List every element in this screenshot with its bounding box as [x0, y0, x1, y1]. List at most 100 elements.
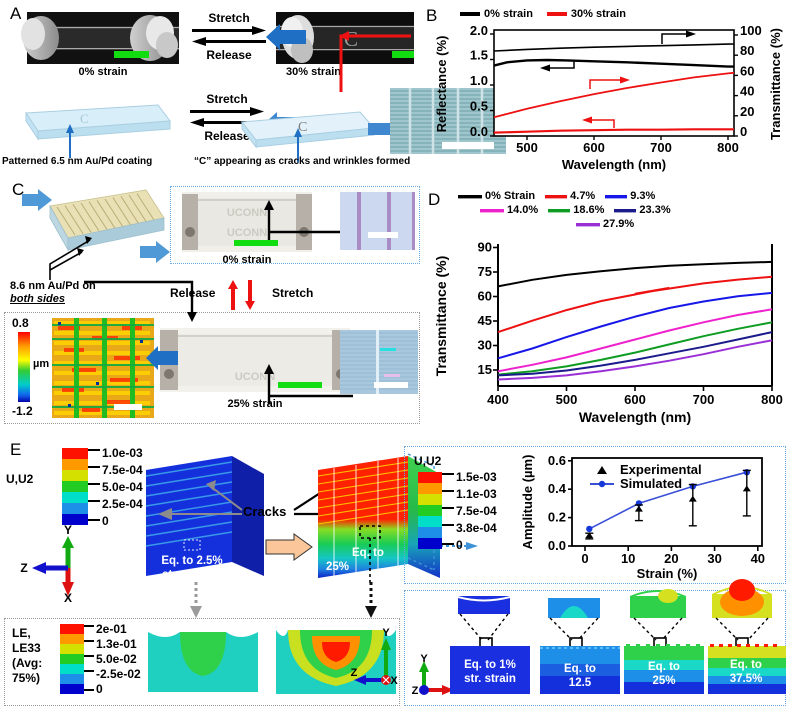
axis-label-z: Z	[412, 685, 419, 697]
svg-text:20: 20	[664, 551, 678, 566]
colorbar1-tick-4: 0	[102, 514, 109, 528]
panel-a-caption-left: 0% strain	[78, 66, 128, 78]
le-tick-4: 0	[96, 682, 103, 696]
svg-text:600: 600	[583, 140, 605, 155]
legend-label: 9.3%	[630, 190, 656, 202]
colorbar2-title: U,U2	[414, 454, 442, 468]
axis-label-y: Y	[420, 653, 428, 665]
svg-text:30: 30	[707, 551, 721, 566]
figure-root: A 0% strain Stretch Release C 30% strain…	[0, 0, 790, 709]
svg-text:40: 40	[740, 84, 754, 99]
panel-e-letter: E	[10, 440, 22, 459]
le-title: LE, LE33 (Avg: 75%)	[12, 626, 42, 686]
svg-text:700: 700	[693, 392, 715, 407]
legend-swatch-icon	[460, 12, 480, 16]
svg-text:400: 400	[487, 392, 509, 407]
legend-label: 0% Strain	[485, 190, 536, 202]
panel-d-chart: 15 30 45 60 75 90 400 500 600 700 800 Tr…	[433, 240, 783, 426]
sim-3-label-2: 25%	[652, 675, 675, 687]
legend-swatch-icon	[548, 208, 571, 212]
svg-text:500: 500	[516, 140, 538, 155]
svg-text:40: 40	[751, 551, 765, 566]
panel-a-release-label: Release	[206, 48, 252, 62]
fem-right-label-1: Eq. to	[352, 547, 384, 559]
legend-swatch-icon	[546, 12, 567, 16]
svg-text:10: 10	[621, 551, 635, 566]
panel-b-ylabel: Reflectance (%)	[434, 36, 449, 133]
legend-item: 18.6%	[548, 204, 604, 216]
svg-text:45: 45	[478, 313, 492, 328]
micrograph-c-0-strain	[340, 192, 415, 250]
panel-b: B 0% strain 30% strain 0.0 0.5 1.0 1.5 2…	[424, 0, 790, 172]
le-title-line-0: LE,	[12, 626, 31, 640]
colorbar2-tick-3: 3.8e-04	[456, 521, 497, 535]
panel-d-legend: 0% Strain 4.7% 9.3% 14.0% 18.6% 23.3% 27…	[458, 190, 788, 230]
afm-image	[52, 318, 154, 418]
axis-triad-mid: Y Z X	[351, 627, 399, 687]
legend-swatch-icon	[614, 208, 637, 212]
panel-b-legend: 0% strain 30% strain	[460, 8, 626, 20]
svg-text:0.4: 0.4	[548, 481, 567, 496]
photo-0-strain	[21, 12, 179, 64]
legend-swatch-icon	[458, 194, 482, 198]
legend-label: 23.3%	[639, 204, 671, 216]
sim-4-label-2: 37.5%	[730, 673, 763, 685]
stretch-release-arrows-top	[192, 26, 266, 46]
svg-text:100: 100	[740, 23, 762, 38]
dotted-down-arrows	[190, 582, 377, 618]
panel-a-letter: A	[10, 4, 22, 23]
fem-left-label-1: Eq. to 2.5%	[161, 555, 222, 567]
svg-text:0.0: 0.0	[548, 538, 566, 553]
axis-label-y: Y	[64, 523, 72, 537]
colorbar2-tick-4: 0	[456, 538, 463, 552]
svg-text:60: 60	[740, 63, 754, 78]
amplitude-ylabel: Amplitude (µm)	[520, 455, 535, 550]
legend-label: 4.7%	[570, 190, 596, 202]
axis-label-x: X	[390, 675, 398, 687]
svg-text:75: 75	[478, 264, 492, 279]
panel-a-stretch-label: Stretch	[208, 11, 250, 25]
svg-text:0.6: 0.6	[548, 453, 566, 468]
legend-label: 14.0%	[507, 204, 539, 216]
legend-marker-simulated	[598, 480, 606, 488]
afm-scale-min: -1.2	[12, 404, 33, 418]
amplitude-xlabel: Strain (%)	[637, 566, 698, 581]
panel-d-xlabel: Wavelength (nm)	[579, 409, 691, 425]
le-title-line-1: LE33	[12, 641, 41, 655]
legend-item: 4.7%	[545, 190, 595, 202]
sim-panel-1: Eq. to 1% str. strain	[450, 596, 530, 694]
legend-label: 27.9%	[603, 218, 635, 230]
leader-lines-coating	[49, 236, 92, 280]
afm-unit-label: µm	[33, 358, 50, 370]
le-title-line-3: 75%)	[12, 671, 41, 685]
legend-item: 30% strain	[546, 8, 626, 20]
axis-triad-top: Y X Z	[20, 523, 74, 605]
sim-1-label-2: str. strain	[464, 673, 516, 685]
legend-label: 18.6%	[573, 204, 605, 216]
svg-text:0.5: 0.5	[470, 99, 488, 114]
legend-swatch-icon	[545, 194, 568, 198]
panel-b-xlabel: Wavelength (nm)	[562, 157, 666, 172]
colorbar2-tick-2: 7.5e-04	[456, 504, 497, 518]
micrograph-c-25-strain	[340, 330, 418, 394]
legend-item: 0% strain	[460, 8, 533, 20]
panel-b-y2label: Transmittance (%)	[768, 28, 783, 140]
svg-text:0.2: 0.2	[548, 510, 566, 525]
svg-text:80: 80	[740, 43, 754, 58]
sim-panel-2: Eq. to 12.5	[540, 592, 620, 694]
svg-text:30: 30	[478, 338, 492, 353]
colorbar2-tick-0: 1.5e-03	[456, 470, 497, 484]
svg-text:20: 20	[740, 104, 754, 119]
sim-3-label-1: Eq. to	[648, 661, 680, 673]
panel-a: A 0% strain Stretch Release C 30% strain…	[0, 0, 506, 172]
svg-text:800: 800	[717, 140, 739, 155]
le-title-line-2: (Avg:	[12, 656, 43, 670]
panel-b-letter: B	[426, 6, 438, 25]
legend-label: 0% strain	[484, 8, 533, 20]
sim-4-label-1: Eq. to	[730, 659, 762, 671]
panel-e: E U,U2 1.0e-03 7.5e-04 5.0e-04 2.5e-04 0…	[0, 432, 790, 709]
colorbar1-title: U,U2	[6, 472, 34, 486]
svg-text:0: 0	[740, 124, 747, 139]
panel-c-coating-label-2: both sides	[10, 293, 66, 305]
callout-arrows-c-top	[264, 200, 343, 240]
